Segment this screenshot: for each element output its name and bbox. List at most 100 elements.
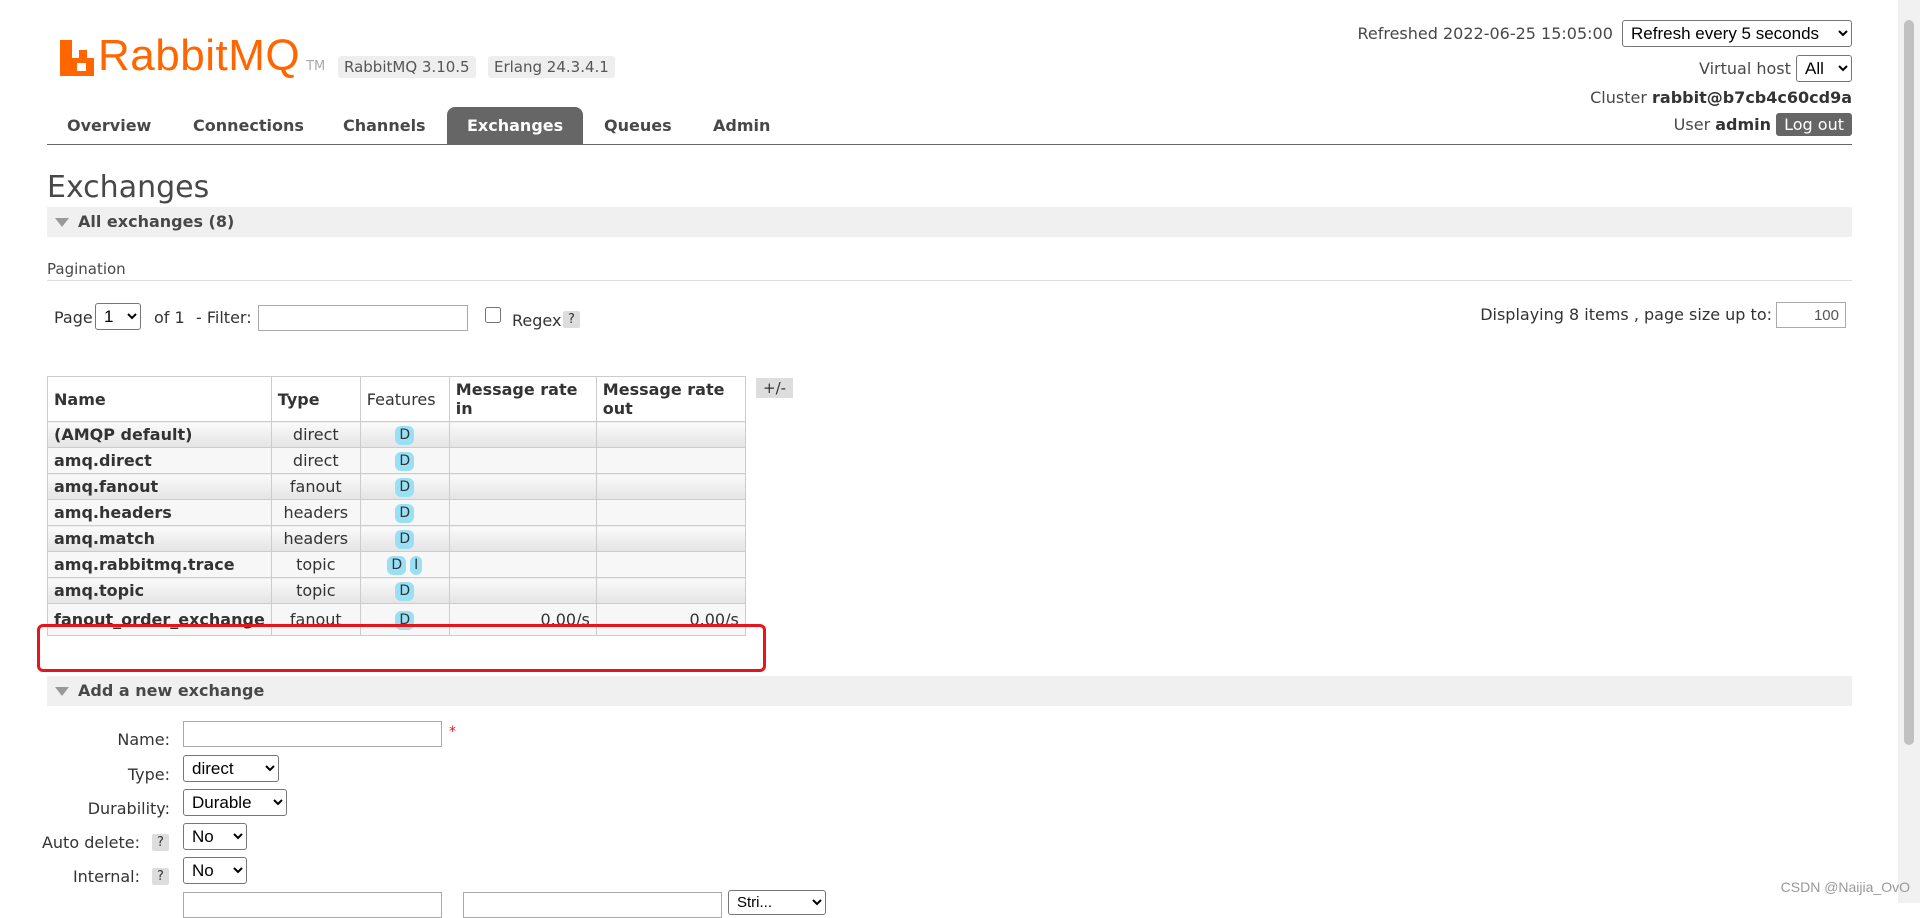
exchange-features: D — [359, 525, 450, 552]
column-header-type[interactable]: Type — [270, 376, 361, 422]
table-header-row: Name Type Features Message rate in Messa… — [47, 376, 746, 422]
all-exchanges-label: All exchanges (8) — [78, 212, 235, 231]
durable-badge: D — [395, 582, 415, 601]
virtual-host-label: Virtual host — [1699, 59, 1791, 78]
regex-checkbox[interactable] — [485, 307, 501, 323]
durable-badge: D — [395, 452, 415, 471]
rabbit-logo-icon — [60, 40, 94, 76]
durable-badge: D — [395, 478, 415, 497]
table-row[interactable]: amq.fanout fanout D — [47, 473, 746, 500]
logo-text: RabbitMQ — [98, 31, 301, 80]
name-label: Name: — [117, 730, 170, 749]
exchange-name-link[interactable]: amq.match — [47, 525, 272, 552]
exchange-name-link[interactable]: amq.rabbitmq.trace — [47, 551, 272, 578]
exchange-name-link[interactable]: amq.headers — [47, 499, 272, 526]
collapse-triangle-icon — [55, 687, 69, 696]
durable-badge: D — [395, 530, 415, 549]
rate-in — [448, 499, 597, 526]
internal-select[interactable]: No — [183, 857, 247, 884]
durability-select[interactable]: Durable — [183, 789, 287, 816]
rabbitmq-logo[interactable]: RabbitMQ TM — [60, 30, 326, 80]
durable-badge: D — [395, 504, 415, 523]
exchange-type: direct — [270, 447, 361, 474]
durable-badge: D — [387, 556, 407, 575]
exchange-type: fanout — [270, 473, 361, 500]
auto-delete-help-icon[interactable]: ? — [152, 834, 169, 851]
table-row[interactable]: amq.direct direct D — [47, 447, 746, 474]
rabbitmq-version-badge: RabbitMQ 3.10.5 — [338, 56, 476, 78]
exchange-name-link[interactable]: amq.topic — [47, 577, 272, 604]
regex-help-icon[interactable]: ? — [563, 311, 580, 328]
tab-queues[interactable]: Queues — [604, 107, 672, 144]
exchange-features: D — [359, 447, 450, 474]
pagination-heading: Pagination — [47, 260, 126, 278]
rate-in — [448, 577, 597, 604]
watermark-text: CSDN @Naijia_OvO — [1780, 879, 1910, 895]
all-exchanges-section-toggle[interactable]: All exchanges (8) — [47, 207, 1852, 237]
exchange-name-link[interactable]: (AMQP default) — [47, 421, 272, 448]
table-row[interactable]: amq.topic topic D — [47, 577, 746, 604]
refresh-interval-select[interactable]: Refresh every 5 seconds — [1622, 20, 1852, 47]
durability-label: Durability: — [87, 799, 170, 818]
table-row[interactable]: (AMQP default) direct D — [47, 421, 746, 448]
exchange-type-select[interactable]: direct — [183, 755, 279, 782]
rate-out — [595, 499, 746, 526]
rate-out — [595, 525, 746, 552]
virtual-host-select[interactable]: All — [1796, 55, 1852, 82]
page-number-select[interactable]: 1 — [95, 303, 141, 330]
refreshed-timestamp: Refreshed 2022-06-25 15:05:00 — [1357, 24, 1613, 43]
rate-in — [448, 525, 597, 552]
exchange-features: D — [359, 421, 450, 448]
exchange-type: topic — [270, 577, 361, 604]
column-toggle-button[interactable]: +/- — [756, 378, 794, 398]
internal-label: Internal: — [72, 867, 140, 886]
argument-key-input[interactable] — [183, 892, 442, 918]
main-nav-tabs: Overview Connections Channels Exchanges … — [47, 107, 1852, 145]
page-label: Page — [54, 308, 93, 327]
column-header-rate-in: Message rate in — [448, 376, 597, 422]
cluster-name: rabbit@b7cb4c60cd9a — [1652, 88, 1852, 107]
table-row[interactable]: amq.match headers D — [47, 525, 746, 552]
exchange-features: D — [359, 577, 450, 604]
tab-exchanges[interactable]: Exchanges — [447, 107, 584, 144]
rate-out — [595, 577, 746, 604]
tab-admin[interactable]: Admin — [713, 107, 770, 144]
rate-out — [595, 473, 746, 500]
rate-in — [448, 447, 597, 474]
filter-input[interactable] — [258, 305, 468, 331]
tab-overview[interactable]: Overview — [67, 107, 151, 144]
exchange-name-input[interactable] — [183, 721, 442, 747]
exchange-type: headers — [270, 525, 361, 552]
logo-trademark: TM — [306, 59, 326, 74]
cluster-label: Cluster — [1590, 88, 1647, 107]
rate-out — [595, 421, 746, 448]
exchange-features: D — [359, 473, 450, 500]
auto-delete-select[interactable]: No — [183, 823, 247, 850]
internal-badge: I — [410, 556, 423, 575]
exchange-name-link[interactable]: amq.direct — [47, 447, 272, 474]
table-row[interactable]: amq.rabbitmq.trace topic DI — [47, 551, 746, 578]
rate-out — [595, 447, 746, 474]
tab-connections[interactable]: Connections — [193, 107, 304, 144]
exchange-name-link[interactable]: amq.fanout — [47, 473, 272, 500]
exchange-type: direct — [270, 421, 361, 448]
column-header-rate-out: Message rate out — [595, 376, 746, 422]
add-exchange-section-toggle[interactable]: Add a new exchange — [47, 676, 1852, 706]
internal-help-icon[interactable]: ? — [152, 868, 169, 885]
column-header-name[interactable]: Name — [47, 376, 272, 422]
tab-channels[interactable]: Channels — [343, 107, 426, 144]
type-label: Type: — [127, 765, 170, 784]
table-row[interactable]: amq.headers headers D — [47, 499, 746, 526]
column-header-features: Features — [359, 376, 450, 422]
cluster-row: Cluster rabbit@b7cb4c60cd9a — [1590, 88, 1852, 107]
display-count-text: Displaying 8 items , page size up to: — [1480, 305, 1772, 324]
highlight-annotation-box — [37, 624, 766, 672]
vertical-scrollbar[interactable] — [1898, 0, 1920, 903]
page-size-input[interactable] — [1776, 302, 1846, 328]
add-exchange-label: Add a new exchange — [78, 681, 265, 700]
exchange-features: D — [359, 499, 450, 526]
regex-label: Regex — [512, 311, 562, 330]
erlang-version-badge: Erlang 24.3.4.1 — [488, 56, 615, 78]
scrollbar-thumb[interactable] — [1904, 20, 1914, 745]
argument-value-input[interactable] — [463, 892, 722, 918]
